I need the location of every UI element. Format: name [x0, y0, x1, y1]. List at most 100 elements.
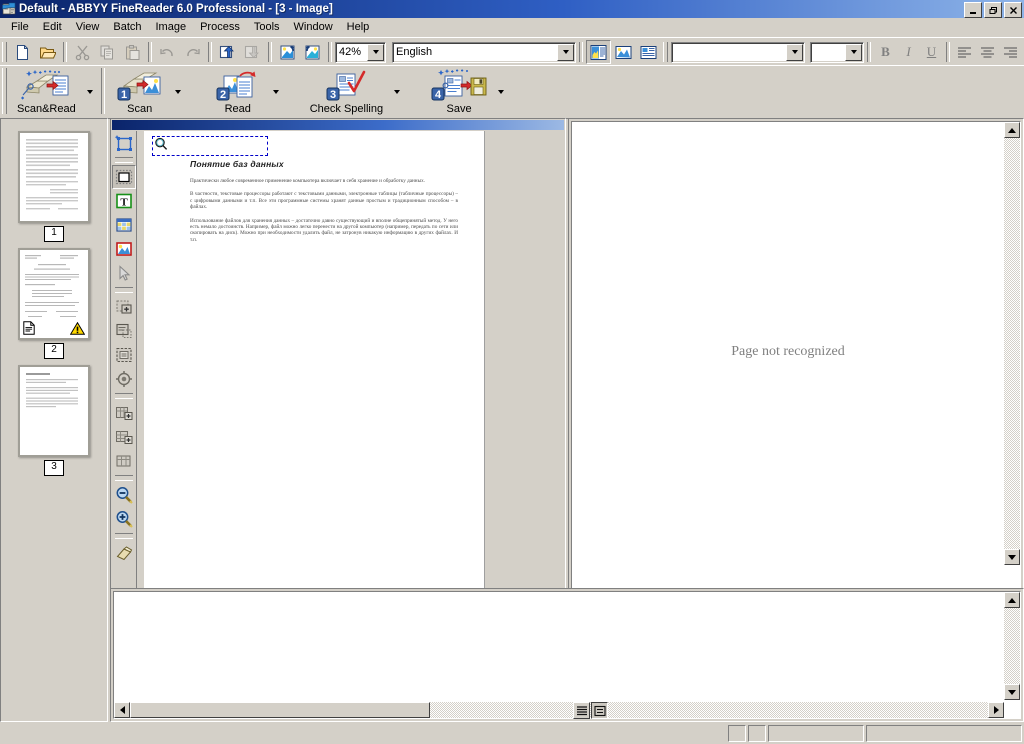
copy-icon[interactable] [95, 40, 120, 64]
align-left-icon[interactable] [953, 41, 976, 64]
scanner-icon: 1 [116, 69, 164, 103]
analyze-layout-tool[interactable] [112, 131, 136, 155]
draw-block-tool[interactable] [112, 165, 136, 189]
title-bar: Default - ABBYY FineReader 6.0 Professio… [0, 0, 1024, 18]
view-image-icon[interactable] [611, 40, 636, 64]
menu-batch[interactable]: Batch [106, 19, 148, 35]
scroll-down-button[interactable] [1004, 684, 1020, 700]
text-window-vscrollbar[interactable] [1004, 122, 1020, 565]
save-dropdown[interactable] [494, 68, 508, 116]
text-editor-hscrollbar[interactable] [114, 702, 1004, 718]
check-spelling-button[interactable]: 3 Check Spelling [303, 66, 390, 116]
save-image-icon[interactable] [240, 40, 265, 64]
text-page-badge-icon [23, 321, 35, 335]
scan-and-read-button[interactable]: Scan&Read [10, 66, 83, 116]
scan-dropdown[interactable] [171, 68, 185, 116]
scanned-page[interactable]: Понятие баз данных Практически любое сов… [144, 131, 485, 598]
italic-button[interactable]: I [897, 41, 920, 64]
font-size-combo[interactable] [810, 41, 864, 63]
view-text-icon[interactable] [636, 40, 661, 64]
menu-window[interactable]: Window [287, 19, 340, 35]
read-button[interactable]: 2 Read [207, 66, 269, 116]
eraser-tool[interactable] [112, 541, 136, 565]
rotate-clockwise-icon[interactable] [275, 40, 300, 64]
restore-button[interactable] [984, 2, 1002, 18]
draw-picture-block-tool[interactable] [112, 237, 136, 261]
reorder-blocks-tool[interactable] [112, 343, 136, 367]
scroll-up-button[interactable] [1004, 122, 1020, 138]
page-thumbnail-2[interactable]: 2 [18, 248, 90, 359]
open-batch-icon[interactable] [35, 40, 60, 64]
select-block-tool[interactable] [112, 261, 136, 285]
block-properties-tool[interactable] [112, 367, 136, 391]
view-image-and-text-icon[interactable] [586, 40, 611, 64]
bold-button[interactable]: B [874, 41, 897, 64]
save-button[interactable]: 4 Save [424, 66, 494, 116]
hscroll-thumb[interactable] [130, 702, 430, 718]
menu-file[interactable]: File [4, 19, 36, 35]
menu-help[interactable]: Help [340, 19, 377, 35]
zoom-out-tool[interactable] [112, 483, 136, 507]
scroll-up-button[interactable] [1004, 592, 1020, 608]
toolbar-separator [867, 42, 871, 62]
undo-icon[interactable] [155, 40, 180, 64]
font-family-combo[interactable] [671, 41, 805, 63]
cut-icon[interactable] [70, 40, 95, 64]
add-table-row-tool[interactable] [112, 401, 136, 425]
page-thumbnail-3[interactable]: 3 [18, 365, 90, 476]
chevron-down-icon[interactable] [786, 43, 803, 61]
scroll-left-button[interactable] [114, 702, 130, 718]
text-editor-vscrollbar[interactable] [1004, 592, 1020, 700]
delete-separators-tool[interactable] [112, 449, 136, 473]
scroll-right-button[interactable] [988, 702, 1004, 718]
menu-tools[interactable]: Tools [247, 19, 287, 35]
menu-bar: File Edit View Batch Image Process Tools… [0, 18, 1024, 36]
language-combo[interactable]: English [392, 41, 576, 63]
scan-button[interactable]: 1 Scan [109, 66, 171, 116]
text-editor-client[interactable] [113, 591, 1021, 719]
add-block-part-tool[interactable] [112, 295, 136, 319]
chevron-down-icon[interactable] [845, 43, 862, 61]
scan-and-read-dropdown[interactable] [83, 68, 97, 116]
cut-block-part-tool[interactable] [112, 319, 136, 343]
add-table-column-tool[interactable] [112, 425, 136, 449]
text-view-plain-icon[interactable] [573, 702, 590, 719]
menu-image[interactable]: Image [149, 19, 194, 35]
page-check-icon: 3 [323, 69, 369, 103]
check-spelling-dropdown[interactable] [390, 68, 404, 116]
chevron-down-icon[interactable] [557, 43, 574, 61]
align-center-icon[interactable] [976, 41, 999, 64]
close-button[interactable] [1004, 2, 1022, 18]
toolbar-separator [268, 42, 272, 62]
toolbar-separator [63, 42, 67, 62]
text-view-formatted-icon[interactable] [591, 702, 608, 719]
toolbar-grip[interactable] [663, 42, 668, 62]
scroll-down-button[interactable] [1004, 549, 1020, 565]
menu-view[interactable]: View [69, 19, 107, 35]
paste-icon[interactable] [120, 40, 145, 64]
image-window-titlebar[interactable] [112, 120, 564, 130]
rotate-counterclockwise-icon[interactable] [300, 40, 325, 64]
menu-process[interactable]: Process [193, 19, 247, 35]
read-dropdown[interactable] [269, 68, 283, 116]
zoom-combo[interactable]: 42% [335, 41, 386, 63]
menu-edit[interactable]: Edit [36, 19, 69, 35]
page-thumbnail-1[interactable]: 1 [18, 131, 90, 242]
draw-text-block-tool[interactable]: T [112, 189, 136, 213]
underline-button[interactable]: U [920, 41, 943, 64]
minimize-button[interactable] [964, 2, 982, 18]
status-bar [0, 722, 1024, 744]
redo-icon[interactable] [180, 40, 205, 64]
open-image-icon[interactable] [215, 40, 240, 64]
batch-thumbnails-pane[interactable]: 1 2 3 [0, 118, 108, 722]
page-thumbnail-3-number: 3 [44, 460, 64, 476]
toolbar-grip[interactable] [2, 42, 7, 62]
zoom-in-tool[interactable] [112, 507, 136, 531]
selected-block[interactable] [152, 136, 268, 156]
new-batch-icon[interactable] [10, 40, 35, 64]
chevron-down-icon[interactable] [367, 43, 384, 61]
toolbar-grip[interactable] [2, 68, 7, 114]
draw-table-block-tool[interactable] [112, 213, 136, 237]
align-right-icon[interactable] [999, 41, 1022, 64]
page-thumbnail-3-image [18, 365, 90, 457]
